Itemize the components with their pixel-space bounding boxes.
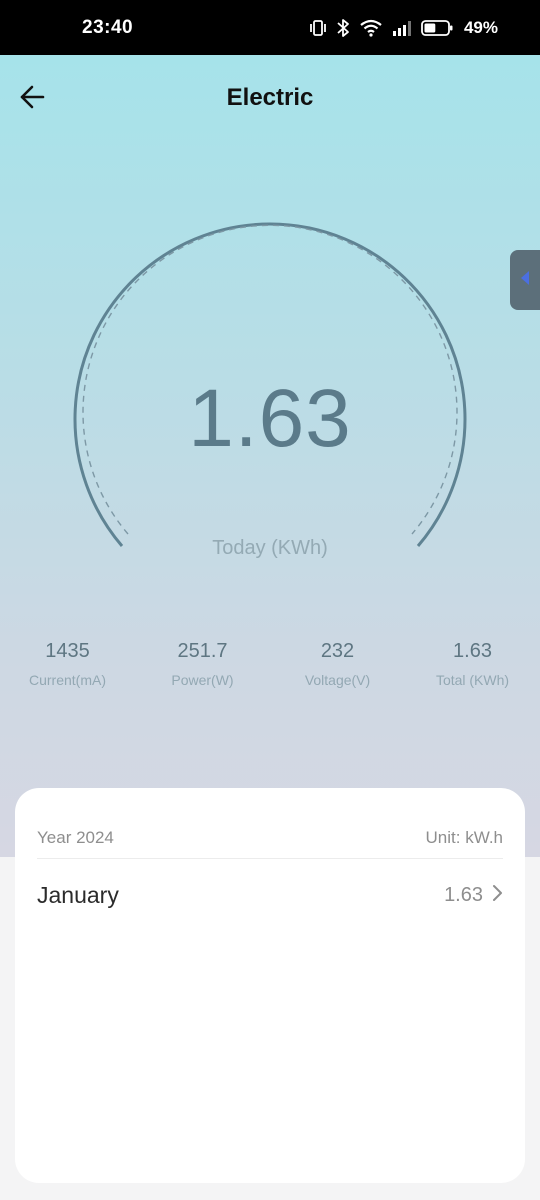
divider (37, 858, 503, 859)
stat-value: 1435 (45, 640, 90, 662)
month-name: January (37, 881, 119, 908)
energy-gauge (73, 222, 467, 547)
stat-value: 1.63 (453, 640, 492, 662)
stat-value: 232 (320, 640, 355, 662)
history-card: Year 2024 Unit: kW.h January 1.63 (15, 788, 525, 1183)
stat-label: Total (KWh) (435, 672, 510, 688)
stat-label: Power(W) (171, 672, 234, 688)
stats-row: 1435 Current(mA) 251.7 Power(W) 232 Volt… (0, 640, 540, 688)
month-row-january[interactable]: January 1.63 (37, 880, 503, 910)
stat-current: 1435 Current(mA) (0, 640, 135, 688)
stat-value: 251.7 (177, 640, 228, 662)
stat-voltage: 232 Voltage(V) (270, 640, 405, 688)
month-right: 1.63 (444, 883, 503, 908)
stat-label: Current(mA) (28, 672, 106, 688)
stat-label: Voltage(V) (304, 672, 371, 688)
month-value: 1.63 (444, 883, 483, 906)
today-energy-value: 1.63 (188, 373, 352, 464)
unit-label: Unit: kW.h (425, 828, 503, 847)
today-energy-caption: Today (KWh) (212, 537, 328, 559)
stat-power: 251.7 Power(W) (135, 640, 270, 688)
chevron-right-icon (491, 883, 503, 908)
year-label: Year 2024 (37, 828, 114, 847)
stat-total: 1.63 Total (KWh) (405, 640, 540, 688)
screen: 23:40 49% Electric 1.63 Today (KWh) 1435… (0, 0, 540, 1200)
card-header: Year 2024 Unit: kW.h (37, 828, 503, 848)
